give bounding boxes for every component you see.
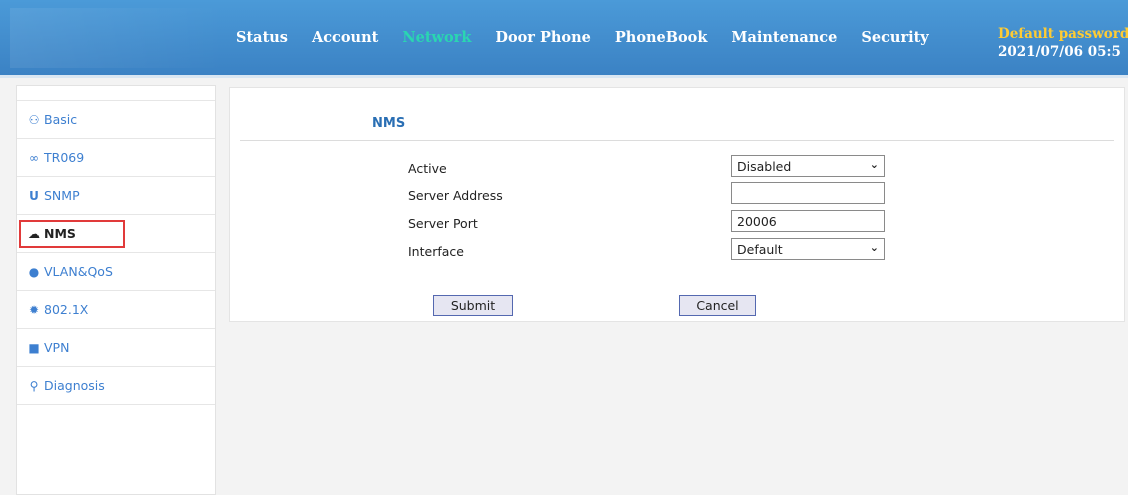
nav-phonebook[interactable]: PhoneBook xyxy=(615,29,708,46)
server-address-input[interactable] xyxy=(731,182,885,204)
sidebar-item-8021x[interactable]: ✹ 802.1X xyxy=(17,291,215,329)
page-title: NMS xyxy=(372,116,406,131)
interface-label: Interface xyxy=(408,244,464,259)
header-status: Default password 2021/07/06 05:5 xyxy=(998,26,1128,60)
gear-icon: ✹ xyxy=(28,302,40,317)
logo-area xyxy=(10,8,225,68)
search-icon: ⚲ xyxy=(29,378,39,393)
active-select[interactable]: Disabled ⌄ xyxy=(731,155,885,177)
pin-icon: ● xyxy=(28,264,40,279)
selection-highlight xyxy=(19,220,125,248)
nav-security[interactable]: Security xyxy=(861,29,928,46)
default-password-warning[interactable]: Default password xyxy=(998,26,1128,42)
lock-icon: ■ xyxy=(28,340,40,355)
datetime: 2021/07/06 05:5 xyxy=(998,44,1121,60)
main-nav: Status Account Network Door Phone PhoneB… xyxy=(236,0,953,74)
sidebar-item-snmp[interactable]: U SNMP xyxy=(17,177,215,215)
submit-button[interactable]: Submit xyxy=(433,295,513,316)
server-address-label: Server Address xyxy=(408,188,503,203)
nms-panel: NMS Active Disabled ⌄ Server Address Ser… xyxy=(229,87,1125,322)
sidebar-item-vpn[interactable]: ■ VPN xyxy=(17,329,215,367)
nav-network[interactable]: Network xyxy=(402,29,471,46)
nav-account[interactable]: Account xyxy=(312,29,378,46)
sidebar-item-vlan-qos[interactable]: ● VLAN&QoS xyxy=(17,253,215,291)
chevron-down-icon: ⌄ xyxy=(869,158,879,171)
people-icon: ⚇ xyxy=(28,112,40,127)
nav-status[interactable]: Status xyxy=(236,29,288,46)
chevron-down-icon: ⌄ xyxy=(869,241,879,254)
sidebar-item-basic[interactable]: ⚇ Basic xyxy=(17,101,215,139)
sidebar-item-diagnosis[interactable]: ⚲ Diagnosis xyxy=(17,367,215,405)
nav-door-phone[interactable]: Door Phone xyxy=(495,29,591,46)
top-header: Status Account Network Door Phone PhoneB… xyxy=(0,0,1128,78)
active-label: Active xyxy=(408,161,447,176)
sidebar-item-tr069[interactable]: ∞ TR069 xyxy=(17,139,215,177)
link-icon: ∞ xyxy=(29,150,39,165)
sidebar: ⚇ Basic ∞ TR069 U SNMP ☁ NMS ● VLAN&QoS … xyxy=(16,85,216,495)
nav-maintenance[interactable]: Maintenance xyxy=(731,29,837,46)
sidebar-item-nms[interactable]: ☁ NMS xyxy=(17,215,215,253)
cancel-button[interactable]: Cancel xyxy=(679,295,756,316)
divider xyxy=(240,140,1114,141)
server-port-label: Server Port xyxy=(408,216,478,231)
interface-select[interactable]: Default ⌄ xyxy=(731,238,885,260)
magnet-icon: U xyxy=(29,188,39,203)
server-port-input[interactable]: 20006 xyxy=(731,210,885,232)
